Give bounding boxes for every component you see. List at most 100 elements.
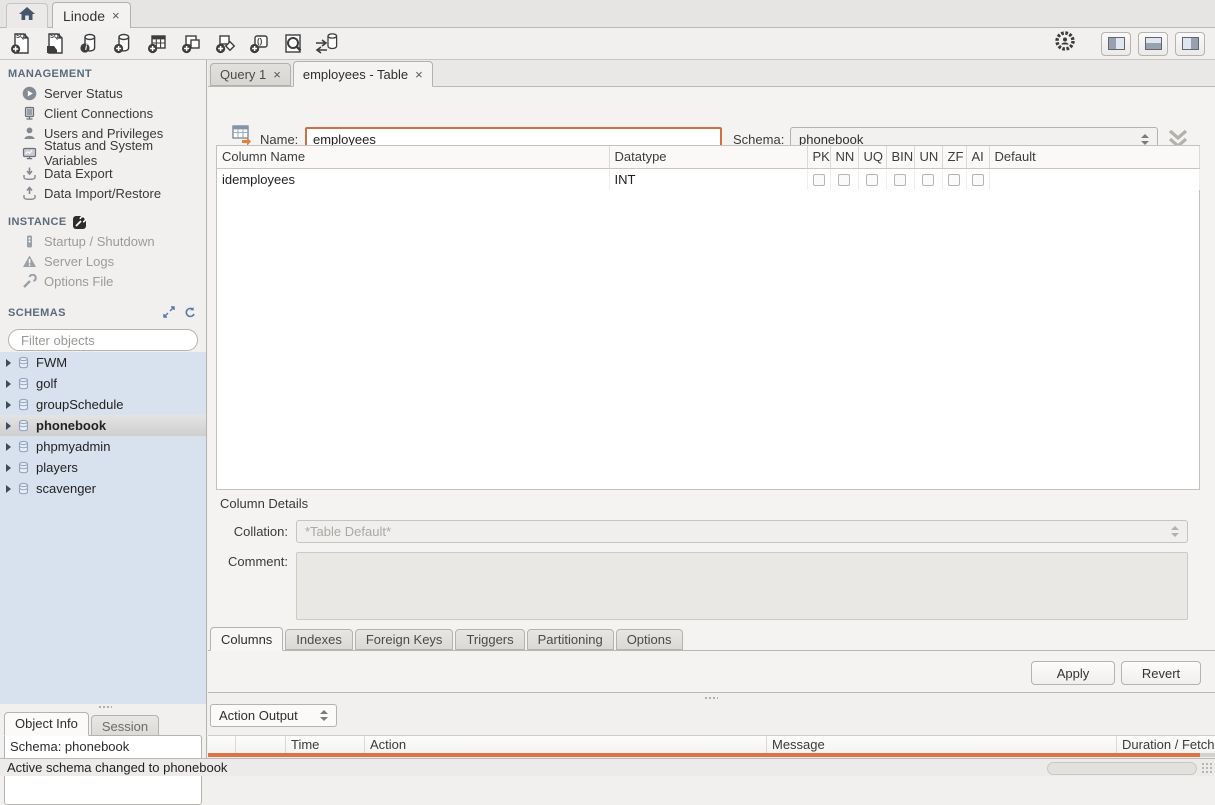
schema-inspector-icon[interactable]: i [76,31,102,57]
sidebar-item-status-variables[interactable]: Status and System Variables [0,143,206,163]
expander-icon[interactable] [6,464,11,472]
subtab-options[interactable]: Options [616,629,683,650]
cell-nn[interactable] [830,168,858,190]
col-header-un[interactable]: UN [914,146,942,168]
subtab-indexes[interactable]: Indexes [285,629,353,650]
new-function-icon[interactable]: () [246,31,272,57]
expander-icon[interactable] [6,359,11,367]
new-routine-icon[interactable] [212,31,238,57]
schema-filter-input[interactable] [21,333,197,348]
schema-item-fwm[interactable]: FWM [0,352,206,373]
sidebar-item-label: Server Logs [44,254,114,269]
output-col-message[interactable]: Message [767,736,1117,753]
nn-checkbox[interactable] [838,174,850,186]
search-objects-icon[interactable] [280,31,306,57]
col-header-default[interactable]: Default [989,146,1199,168]
output-col-duration[interactable]: Duration / Fetch [1117,736,1215,753]
uq-checkbox[interactable] [866,174,878,186]
connection-tab[interactable]: Linode × [52,2,131,28]
expand-schemas-icon[interactable] [163,306,175,321]
col-header-nn[interactable]: NN [830,146,858,168]
sidebar-item-client-connections[interactable]: Client Connections [0,103,206,123]
collation-select[interactable]: *Table Default* [296,520,1188,543]
schema-item-groupschedule[interactable]: groupSchedule [0,394,206,415]
cell-bin[interactable] [886,168,914,190]
cell-zf[interactable] [942,168,966,190]
sidebar-item-server-logs[interactable]: Server Logs [0,251,206,271]
toggle-output-area-button[interactable] [1138,32,1168,56]
sidebar-item-startup-shutdown[interactable]: Startup / Shutdown [0,231,206,251]
tab-query-1[interactable]: Query 1 × [210,63,291,86]
zf-checkbox[interactable] [948,174,960,186]
expander-icon[interactable] [6,485,11,493]
sidebar-splitter-grip[interactable] [98,705,112,709]
expander-icon[interactable] [6,422,11,430]
schema-filter-box[interactable] [8,329,198,351]
col-header-ai[interactable]: AI [966,146,989,168]
subtab-foreign-keys[interactable]: Foreign Keys [355,629,454,650]
tab-session[interactable]: Session [91,715,159,736]
sidebar-item-server-status[interactable]: Server Status [0,83,206,103]
cell-ai[interactable] [966,168,989,190]
gear-user-icon[interactable] [1054,30,1076,57]
col-header-pk[interactable]: PK [807,146,830,168]
resize-grip-icon[interactable] [1201,762,1214,775]
info-tab-bar: Object Info Session [4,712,159,736]
comment-textarea[interactable] [296,552,1188,620]
open-sql-script-icon[interactable]: SQL [42,31,68,57]
revert-button[interactable]: Revert [1121,661,1201,685]
cell-uq[interactable] [858,168,886,190]
un-checkbox[interactable] [922,174,934,186]
schema-item-golf[interactable]: golf [0,373,206,394]
new-view-icon[interactable] [178,31,204,57]
cell-un[interactable] [914,168,942,190]
bin-checkbox[interactable] [894,174,906,186]
expander-icon[interactable] [6,401,11,409]
col-header-column-name[interactable]: Column Name [217,146,609,168]
schema-item-phpmyadmin[interactable]: phpmyadmin [0,436,206,457]
col-header-datatype[interactable]: Datatype [609,146,807,168]
column-row[interactable]: idemployees INT [217,168,1199,190]
expander-icon[interactable] [6,380,11,388]
col-header-zf[interactable]: ZF [942,146,966,168]
col-header-bin[interactable]: BIN [886,146,914,168]
schema-item-players[interactable]: players [0,457,206,478]
output-view-select[interactable]: Action Output [210,704,337,727]
cell-column-name[interactable]: idemployees [217,168,609,190]
tab-employees-table[interactable]: employees - Table × [293,61,433,87]
close-icon[interactable]: × [273,67,281,82]
cell-pk[interactable] [807,168,830,190]
subtab-triggers[interactable]: Triggers [455,629,524,650]
apply-button[interactable]: Apply [1031,661,1115,685]
sidebar-item-options-file[interactable]: Options File [0,271,206,291]
close-icon[interactable]: × [112,8,120,23]
ai-checkbox[interactable] [972,174,984,186]
output-col-action[interactable]: Action [365,736,767,753]
action-output-panel: Action Output Time Action Message Durati… [208,693,1215,758]
refresh-schemas-icon[interactable] [183,306,196,321]
subtab-partitioning[interactable]: Partitioning [527,629,614,650]
new-sql-tab-icon[interactable]: SQL [8,31,34,57]
cell-default[interactable] [989,168,1199,190]
schema-item-phonebook[interactable]: phonebook [0,415,206,436]
expander-icon[interactable] [6,443,11,451]
toggle-sidebar-button[interactable] [1101,32,1131,56]
output-splitter-grip[interactable] [704,696,718,700]
home-tab[interactable] [6,3,48,28]
new-table-icon[interactable] [144,31,170,57]
schema-item-scavenger[interactable]: scavenger [0,478,206,499]
sidebar-item-data-import[interactable]: Data Import/Restore [0,183,206,203]
cell-datatype[interactable]: INT [609,168,807,190]
subtab-columns[interactable]: Columns [210,627,283,651]
toggle-secondary-sidebar-button[interactable] [1175,32,1205,56]
reconnect-icon[interactable] [314,31,340,57]
connection-tab-label: Linode [63,8,105,24]
sidebar-item-label: Data Export [44,166,113,181]
col-header-uq[interactable]: UQ [858,146,886,168]
close-icon[interactable]: × [415,67,423,82]
new-schema-icon[interactable] [110,31,136,57]
pk-checkbox[interactable] [813,174,825,186]
output-col-time[interactable]: Time [286,736,365,753]
tab-label: Session [102,719,148,734]
tab-object-info[interactable]: Object Info [4,712,89,736]
